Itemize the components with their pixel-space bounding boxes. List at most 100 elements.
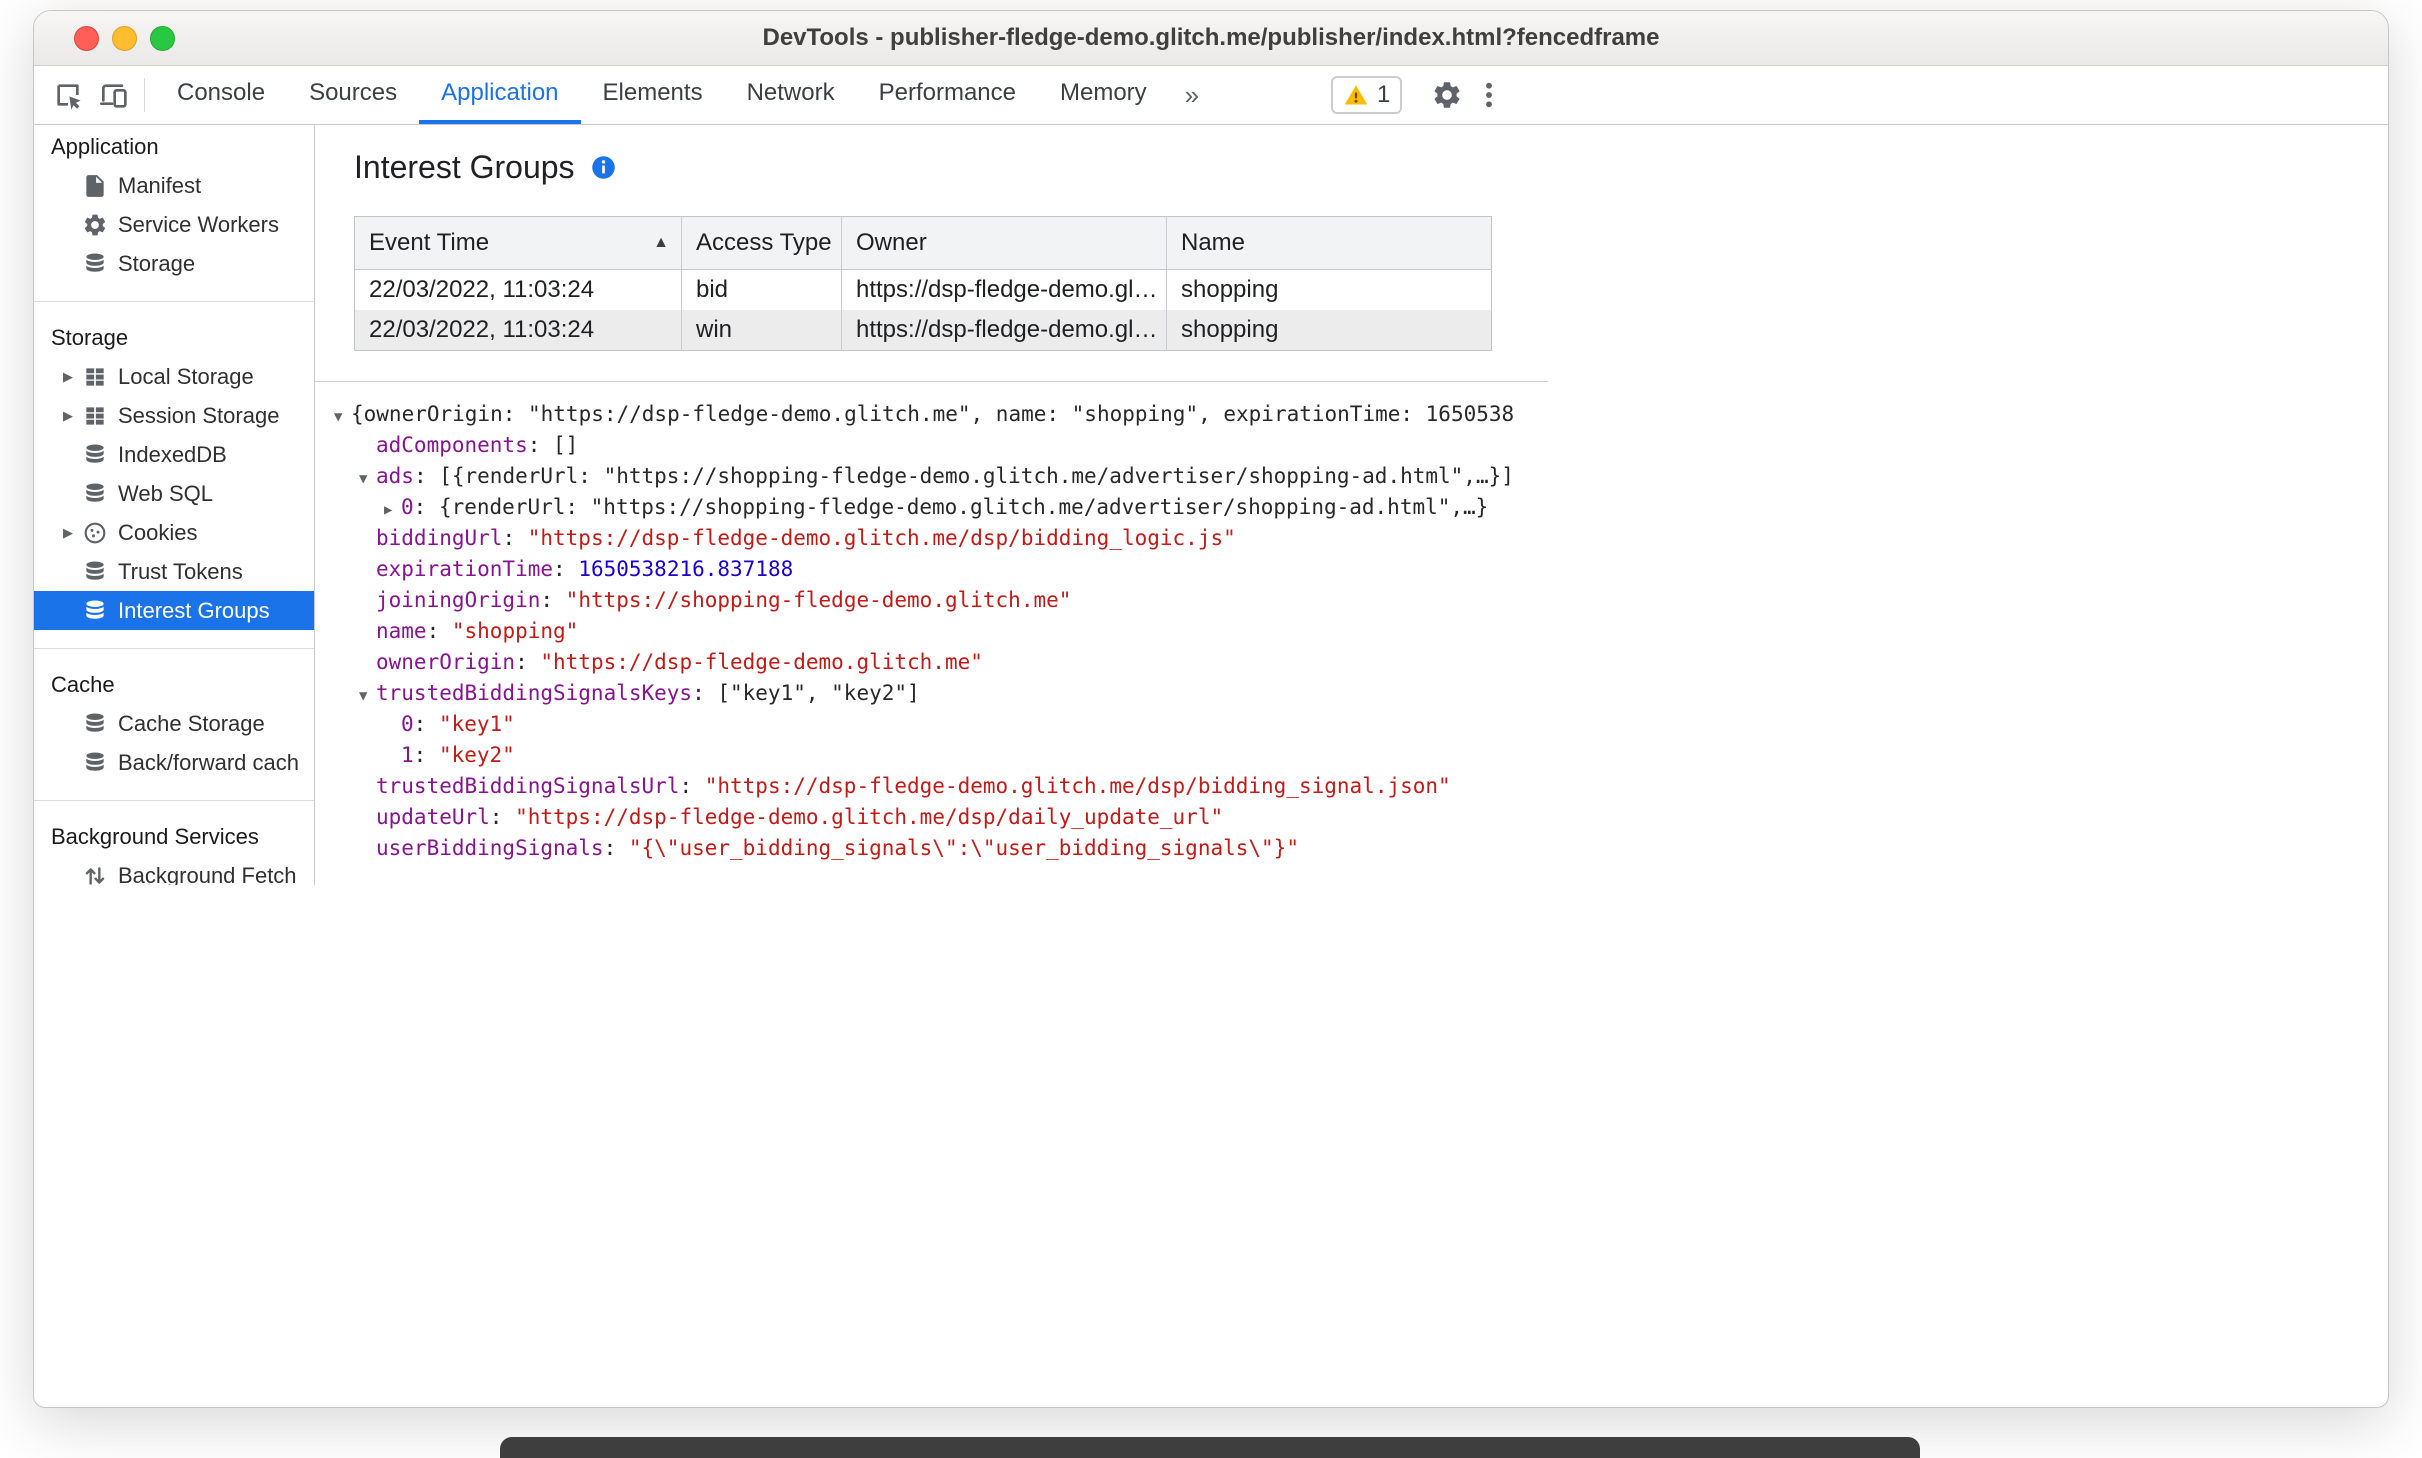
- table-cell[interactable]: https://dsp-fledge-demo.gl…: [841, 269, 1167, 310]
- sidebar-item-label: Back/forward cach: [118, 749, 299, 775]
- database-icon: [82, 711, 108, 737]
- sidebar-section-header-storage[interactable]: Storage: [34, 318, 314, 357]
- column-header-name[interactable]: Name: [1166, 216, 1492, 270]
- sidebar-item-manifest[interactable]: Manifest: [34, 166, 314, 205]
- sidebar-section-header-background-services[interactable]: Background Services: [34, 817, 314, 856]
- info-icon[interactable]: [590, 154, 617, 181]
- json-key-text: 0: [401, 712, 414, 736]
- json-string-text: "https://dsp-fledge-demo.glitch.me/dsp/d…: [515, 805, 1224, 829]
- json-tree-row[interactable]: updateUrl: "https://dsp-fledge-demo.glit…: [315, 802, 2388, 833]
- sidebar-section-application: Application Manifest Service Workers Storag…: [34, 127, 314, 283]
- json-tree-row[interactable]: ▼ trustedBiddingSignalsKeys: ["key1", "ke…: [315, 678, 2388, 709]
- minimize-button[interactable]: [112, 25, 137, 51]
- column-header-access-type[interactable]: Access Type: [681, 216, 842, 270]
- sidebar-section-header-application[interactable]: Application: [34, 127, 314, 166]
- tab-memory[interactable]: Memory: [1038, 66, 1169, 124]
- window-controls: [74, 25, 175, 51]
- json-tree-row[interactable]: ▼ {ownerOrigin: "https://dsp-fledge-demo.…: [315, 399, 2388, 430]
- settings-gear-icon[interactable]: [1427, 75, 1467, 115]
- sidebar-item-web-sql[interactable]: Web SQL: [34, 474, 314, 513]
- json-string-text: "https://dsp-fledge-demo.glitch.me": [540, 650, 983, 674]
- close-button[interactable]: [74, 25, 99, 51]
- tab-elements[interactable]: Elements: [581, 66, 725, 124]
- more-tabs-chevron-icon[interactable]: »: [1169, 66, 1215, 124]
- table-row[interactable]: 22/03/2022, 11:03:24 bid https://dsp-fledg…: [355, 269, 1492, 311]
- json-tree-row[interactable]: userBiddingSignals: "{\"user_bidding_sig…: [315, 833, 2388, 864]
- zoom-button[interactable]: [150, 25, 175, 51]
- database-icon: [82, 481, 108, 507]
- column-header-event-time[interactable]: Event Time ▲: [354, 216, 682, 270]
- tab-network[interactable]: Network: [725, 66, 857, 124]
- table-row[interactable]: 22/03/2022, 11:03:24 win https://dsp-fledg…: [354, 310, 1492, 351]
- json-tree-row[interactable]: name: "shopping": [315, 616, 2388, 647]
- json-key-text: trustedBiddingSignalsUrl: [376, 774, 680, 798]
- table-cell[interactable]: 22/03/2022, 11:03:24: [355, 270, 682, 311]
- panel-content: Application Manifest Service Workers Storag…: [34, 125, 2388, 885]
- sidebar-item-cache-storage[interactable]: Cache Storage: [34, 704, 314, 743]
- interest-groups-table: Event Time ▲ Access Type Owner Name 22/03/20…: [354, 216, 1492, 351]
- sidebar-item-service-workers[interactable]: Service Workers: [34, 205, 314, 244]
- table-cell[interactable]: 22/03/2022, 11:03:24: [355, 310, 682, 351]
- sidebar-section-cache: Cache Cache Storage Back/forward cach: [34, 648, 314, 782]
- tab-performance[interactable]: Performance: [857, 66, 1038, 124]
- tree-expander-closed-icon[interactable]: ▶: [384, 495, 401, 526]
- tree-expander-open-icon[interactable]: ▼: [359, 464, 376, 495]
- more-options-icon[interactable]: [1469, 75, 1509, 115]
- sidebar-item-storage[interactable]: Storage: [34, 244, 314, 283]
- interest-groups-view: Interest Groups Event Time ▲ Access Type Ow…: [315, 125, 2388, 885]
- panel-tabs: Console Sources Application Elements Network…: [155, 66, 1169, 124]
- tab-sources[interactable]: Sources: [287, 66, 419, 124]
- tree-expander-open-icon[interactable]: ▼: [334, 402, 351, 433]
- json-tree-row[interactable]: ▶ 0: {renderUrl: "https://shopping-fledge…: [315, 492, 2388, 523]
- table-cell[interactable]: bid: [681, 269, 842, 310]
- view-heading: Interest Groups: [354, 145, 2388, 189]
- json-number-text: 1650538216.837188: [578, 557, 794, 581]
- column-header-owner[interactable]: Owner: [841, 216, 1167, 270]
- json-tree-row[interactable]: trustedBiddingSignalsUrl: "https://dsp-f…: [315, 771, 2388, 802]
- json-tree-row[interactable]: 0: "key1": [315, 709, 2388, 740]
- json-tree-row[interactable]: expirationTime: 1650538216.837188: [315, 554, 2388, 585]
- json-key-text: updateUrl: [376, 805, 490, 829]
- table-cell[interactable]: shopping: [1166, 269, 1492, 310]
- tab-console[interactable]: Console: [155, 66, 287, 124]
- tab-application[interactable]: Application: [419, 66, 581, 124]
- json-tree-row[interactable]: ownerOrigin: "https://dsp-fledge-demo.gl…: [315, 647, 2388, 678]
- json-string-text: "{\"user_bidding_signals\":\"user_biddin…: [628, 836, 1299, 860]
- json-tree-row[interactable]: adComponents: []: [315, 430, 2388, 461]
- sidebar-item-session-storage[interactable]: ▶ Session Storage: [34, 396, 314, 435]
- json-key-text: expirationTime: [376, 557, 554, 581]
- inspect-icon[interactable]: [48, 75, 88, 115]
- tree-expander-open-icon[interactable]: ▼: [359, 681, 376, 712]
- expand-arrow-icon[interactable]: ▶: [54, 525, 82, 541]
- sidebar-item-interest-groups[interactable]: Interest Groups: [34, 591, 314, 630]
- sidebar-item-label: Trust Tokens: [118, 558, 243, 584]
- sidebar-item-local-storage[interactable]: ▶ Local Storage: [34, 357, 314, 396]
- json-tree-row[interactable]: biddingUrl: "https://dsp-fledge-demo.gli…: [315, 523, 2388, 554]
- sidebar-item-background-fetch[interactable]: Background Fetch: [34, 856, 314, 885]
- sidebar-item-back-forward-cach[interactable]: Back/forward cach: [34, 743, 314, 782]
- sidebar-item-cookies[interactable]: ▶ Cookies: [34, 513, 314, 552]
- table-cell[interactable]: win: [681, 310, 842, 351]
- sidebar-item-label: Interest Groups: [118, 597, 270, 623]
- expand-arrow-icon[interactable]: ▶: [54, 369, 82, 385]
- sidebar-item-indexeddb[interactable]: IndexedDB: [34, 435, 314, 474]
- json-key-text: ads: [376, 464, 414, 488]
- warnings-badge[interactable]: 1: [1331, 76, 1403, 114]
- json-key-text: joiningOrigin: [376, 588, 541, 612]
- sidebar-item-label: Cookies: [118, 519, 198, 545]
- sidebar-item-trust-tokens[interactable]: Trust Tokens: [34, 552, 314, 591]
- device-toolbar-icon[interactable]: [94, 75, 134, 115]
- table-cell[interactable]: shopping: [1166, 310, 1492, 351]
- json-tree-row[interactable]: 1: "key2": [315, 740, 2388, 771]
- json-tree-row[interactable]: joiningOrigin: "https://shopping-fledge-…: [315, 585, 2388, 616]
- json-string-text: "https://shopping-fledge-demo.glitch.me": [565, 588, 1072, 612]
- table-cell[interactable]: https://dsp-fledge-demo.gl…: [841, 310, 1167, 351]
- sidebar-item-label: IndexedDB: [118, 441, 227, 467]
- cookie-icon: [82, 520, 108, 546]
- json-plain-text: :: [489, 805, 516, 829]
- expand-arrow-icon[interactable]: ▶: [54, 408, 82, 424]
- sidebar-item-label: Session Storage: [118, 402, 280, 428]
- json-plain-text: :: [603, 836, 629, 860]
- sidebar-section-header-cache[interactable]: Cache: [34, 665, 314, 704]
- json-tree-row[interactable]: ▼ ads: [{renderUrl: "https://shopping-fle…: [315, 461, 2388, 492]
